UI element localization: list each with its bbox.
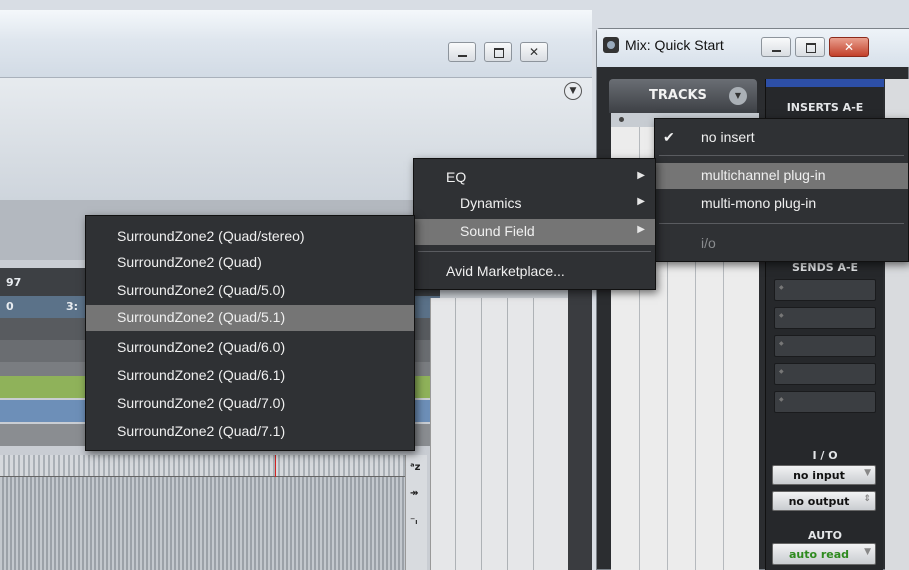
menu-item-label: SurroundZone2 (Quad/6.0) — [117, 339, 286, 355]
submenu-arrow-icon: ▶ — [637, 196, 645, 207]
menu-item-surroundzone2-quad-7-0[interactable]: SurroundZone2 (Quad/7.0) — [86, 391, 414, 417]
checkmark-icon: ✔ — [663, 129, 675, 145]
minimize-button[interactable] — [448, 42, 476, 62]
menu-separator — [418, 251, 651, 252]
menu-item-multi-mono-plugin[interactable]: multi-mono plug-in — [655, 191, 908, 217]
dropdown-arrow-icon: ▼ — [864, 547, 871, 557]
menu-item-surroundzone2-quad-5-1[interactable]: SurroundZone2 (Quad/5.1) — [86, 305, 414, 331]
edit-window-titlebar: ✕ — [0, 10, 592, 78]
sort-az-icon[interactable]: ᵃz — [410, 462, 420, 473]
auto-label: AUTO — [808, 529, 842, 542]
io-label: I / O — [812, 449, 838, 462]
sends-label: SENDS A-E — [791, 261, 859, 274]
menu-item-eq[interactable]: EQ ▶ — [414, 165, 655, 191]
menu-item-label: multichannel plug-in — [701, 167, 826, 183]
tracks-label: TRACKS — [649, 88, 707, 103]
automation-mode-label: auto read — [788, 548, 850, 561]
send-slot[interactable] — [774, 363, 876, 385]
menu-item-label: Avid Marketplace... — [446, 263, 565, 279]
menu-item-surroundzone2-quad-7-1[interactable]: SurroundZone2 (Quad/7.1) — [86, 419, 414, 445]
mix-maximize-button[interactable] — [795, 37, 825, 57]
maximize-button[interactable] — [484, 42, 512, 62]
toolbar-options-icon[interactable]: ▼ — [564, 82, 582, 100]
edit-grid-header — [0, 455, 425, 477]
output-arrow-icon: ⇕ — [863, 494, 871, 504]
menu-item-label: SurroundZone2 (Quad/stereo) — [117, 228, 305, 244]
menu-item-sound-field[interactable]: Sound Field ▶ — [414, 219, 655, 245]
menu-item-dynamics[interactable]: Dynamics ▶ — [414, 191, 655, 217]
dropdown-arrow-icon: ▼ — [864, 468, 871, 478]
tracks-dropdown-icon[interactable]: ▼ — [729, 87, 747, 105]
send-slot[interactable] — [774, 391, 876, 413]
fast-forward-icon[interactable]: ↠ — [410, 488, 418, 499]
playhead-cursor[interactable] — [275, 455, 276, 477]
menu-item-surroundzone2-quad-stereo[interactable]: SurroundZone2 (Quad/stereo) — [86, 224, 414, 250]
ruler-value: 3: — [66, 300, 79, 313]
output-selector-label: no output — [788, 495, 850, 508]
menu-item-label: SurroundZone2 (Quad/6.1) — [117, 367, 286, 383]
menu-item-label: Dynamics — [460, 195, 522, 211]
menu-item-label: EQ — [446, 169, 467, 185]
mix-window-titlebar: Mix: Quick Start ✕ — [597, 29, 909, 67]
mix-window-title: Mix: Quick Start — [625, 37, 724, 53]
submenu-arrow-icon: ▶ — [637, 170, 645, 181]
menu-item-multichannel-plugin[interactable]: multichannel plug-in — [655, 163, 908, 189]
plugin-category-menu: EQ ▶ Dynamics ▶ Sound Field ▶ Avid Marke… — [413, 158, 656, 290]
ruler-value: 0 — [6, 300, 14, 313]
tracks-header[interactable]: TRACKS ▼ — [609, 79, 757, 113]
menu-item-label: i/o — [701, 235, 716, 251]
menu-item-label: no insert — [701, 129, 755, 145]
menu-item-io: i/o — [655, 231, 908, 257]
menu-item-surroundzone2-quad[interactable]: SurroundZone2 (Quad) — [86, 250, 414, 276]
menu-separator — [659, 155, 904, 156]
sound-field-plugin-menu: SurroundZone2 (Quad/stereo) SurroundZone… — [85, 215, 415, 451]
track-dot-icon — [619, 117, 624, 122]
send-slot[interactable] — [774, 335, 876, 357]
tool-icon[interactable]: ⁻ₗ — [410, 516, 417, 527]
menu-separator — [659, 223, 904, 224]
send-slot[interactable] — [774, 307, 876, 329]
menu-item-surroundzone2-quad-5-0[interactable]: SurroundZone2 (Quad/5.0) — [86, 278, 414, 304]
ruler-value: 97 — [6, 276, 22, 289]
menu-item-label: SurroundZone2 (Quad/5.0) — [117, 282, 286, 298]
menu-item-label: SurroundZone2 (Quad/7.1) — [117, 423, 286, 439]
menu-item-label: SurroundZone2 (Quad/7.0) — [117, 395, 286, 411]
input-selector-label: no input — [793, 469, 845, 482]
input-selector[interactable]: no input ▼ — [772, 465, 876, 485]
menu-item-label: SurroundZone2 (Quad/5.1) — [117, 309, 286, 325]
inserts-label: INSERTS A-E — [786, 101, 864, 114]
send-slot[interactable] — [774, 279, 876, 301]
submenu-arrow-icon: ▶ — [637, 224, 645, 235]
mix-window: Mix: Quick Start ✕ TRACKS ▼ INSERTS A-E … — [596, 28, 909, 570]
insert-menu: ✔ no insert multichannel plug-in multi-m… — [654, 118, 909, 262]
mix-minimize-button[interactable] — [761, 37, 791, 57]
channel-color-bar — [766, 79, 884, 87]
menu-item-label: SurroundZone2 (Quad) — [117, 254, 262, 270]
menu-item-label: multi-mono plug-in — [701, 195, 817, 211]
automation-mode-button[interactable]: auto read ▼ — [772, 543, 876, 565]
edit-track-columns — [430, 298, 590, 570]
menu-item-no-insert[interactable]: ✔ no insert — [655, 125, 908, 151]
menu-item-avid-marketplace[interactable]: Avid Marketplace... — [414, 259, 655, 285]
app-logo-icon — [603, 37, 619, 53]
menu-item-surroundzone2-quad-6-0[interactable]: SurroundZone2 (Quad/6.0) — [86, 335, 414, 361]
close-button[interactable]: ✕ — [520, 42, 548, 62]
menu-item-surroundzone2-quad-6-1[interactable]: SurroundZone2 (Quad/6.1) — [86, 363, 414, 389]
mix-close-button[interactable]: ✕ — [829, 37, 869, 57]
menu-item-label: Sound Field — [460, 223, 535, 239]
output-selector[interactable]: no output ⇕ — [772, 491, 876, 511]
